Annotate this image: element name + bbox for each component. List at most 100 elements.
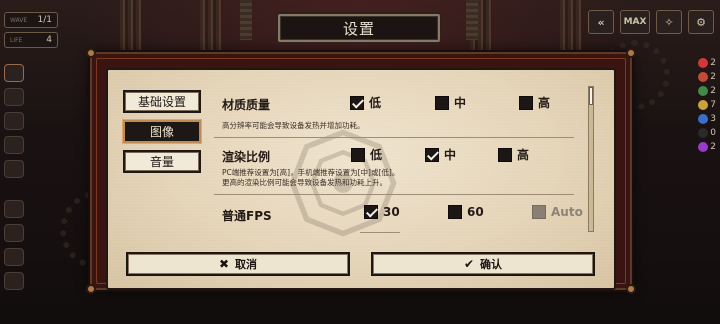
- unit-icon[interactable]: [4, 224, 24, 242]
- resource-row: 2: [698, 58, 716, 68]
- unit-icon-column: [4, 200, 26, 324]
- wave-value: 1/1: [37, 15, 52, 25]
- resource-gem-icon: [698, 86, 709, 96]
- tab-label: 基础设置: [137, 95, 186, 109]
- double-left-arrow-icon: «: [597, 15, 605, 29]
- checkbox[interactable]: [350, 95, 364, 110]
- checkbox[interactable]: [498, 147, 512, 162]
- cancel-label: 取消: [235, 258, 258, 271]
- checkbox: [532, 205, 546, 219]
- resource-gem-icon: [698, 58, 709, 68]
- frame-rivet: [626, 284, 636, 294]
- section-divider: [214, 137, 574, 138]
- checkbox[interactable]: [351, 147, 365, 162]
- unit-icon[interactable]: [4, 248, 24, 266]
- wave-label: WAVE: [10, 16, 28, 24]
- skill-tree-button[interactable]: ✧: [656, 10, 682, 34]
- life-counter: LIFE 4: [4, 32, 58, 48]
- material-hint: 高分辨率可能会导致设备发热并增加功耗。: [222, 121, 365, 130]
- max-label: MAX: [623, 17, 647, 27]
- resource-count: 2: [710, 86, 716, 96]
- resource-row: 2: [698, 72, 716, 82]
- resource-list: 2 2 2 7 3 0 2: [662, 58, 720, 208]
- gear-icon: ⚙: [696, 15, 706, 29]
- render-scale-label: 渲染比例: [222, 150, 271, 164]
- resource-gem-icon: [698, 100, 709, 110]
- skill-icon[interactable]: [4, 136, 24, 154]
- skill-icon[interactable]: [4, 64, 24, 82]
- resource-row: 0: [698, 128, 716, 138]
- material-option-medium[interactable]: 中: [435, 94, 466, 111]
- unit-icon[interactable]: [4, 200, 24, 218]
- resource-count: 3: [710, 114, 716, 124]
- option-label: 60: [467, 205, 484, 219]
- resource-row: 2: [698, 86, 716, 96]
- chain-decoration: [240, 0, 252, 40]
- option-label: 低: [369, 96, 382, 110]
- tab-graphics[interactable]: 图像: [123, 120, 201, 143]
- checkbox[interactable]: [519, 95, 533, 110]
- top-right-controls: « MAX ✧ ⚙: [588, 10, 714, 34]
- render-option-high[interactable]: 高: [498, 146, 529, 163]
- option-label: 低: [370, 148, 383, 162]
- resource-gem-icon: [698, 128, 709, 138]
- option-label: 高: [538, 96, 551, 110]
- cancel-button[interactable]: ✖ 取消: [126, 252, 350, 276]
- dialog-title: 设置: [342, 19, 375, 38]
- scrollbar-thumb[interactable]: [589, 87, 593, 105]
- confirm-label: 确认: [480, 258, 503, 271]
- option-label: 高: [517, 148, 530, 162]
- background-pillar: [560, 0, 582, 60]
- material-quality-label: 材质质量: [222, 98, 271, 112]
- resource-count: 0: [710, 128, 716, 138]
- skill-icon[interactable]: [4, 88, 24, 106]
- checkbox[interactable]: [448, 205, 462, 219]
- material-option-low[interactable]: 低: [350, 94, 381, 111]
- checkbox[interactable]: [425, 147, 439, 162]
- unit-icon[interactable]: [4, 272, 24, 290]
- check-icon: ✔: [463, 257, 475, 271]
- render-hint-line-1: PC端推荐设置为[高]，手机端推荐设置为[中]或[低]。: [222, 168, 400, 177]
- settings-scrollbar[interactable]: [588, 86, 594, 232]
- confirm-button[interactable]: ✔ 确认: [371, 252, 595, 276]
- resource-count: 2: [710, 58, 716, 68]
- frame-rivet: [626, 48, 636, 58]
- render-option-medium[interactable]: 中: [425, 146, 456, 163]
- skill-icon[interactable]: [4, 112, 24, 130]
- fps-label: 普通FPS: [222, 209, 272, 223]
- fps-option-30[interactable]: 30: [364, 205, 400, 219]
- render-option-low[interactable]: 低: [351, 146, 382, 163]
- fps-option-auto: Auto: [532, 205, 583, 219]
- tab-basic-settings[interactable]: 基础设置: [123, 90, 201, 113]
- resource-gem-icon: [698, 114, 709, 124]
- checkbox[interactable]: [435, 95, 449, 110]
- resource-count: 7: [710, 100, 716, 110]
- frame-rivet: [86, 48, 96, 58]
- tab-volume[interactable]: 音量: [123, 150, 201, 173]
- option-label: 中: [444, 148, 457, 162]
- checkbox[interactable]: [364, 205, 378, 219]
- settings-button[interactable]: ⚙: [688, 10, 714, 34]
- life-label: LIFE: [10, 36, 23, 44]
- skill-icon[interactable]: [4, 160, 24, 178]
- render-hint-line-2: 更高的渲染比例可能会导致设备发热和功耗上升。: [222, 178, 387, 187]
- tab-label: 图像: [149, 125, 174, 139]
- branch-icon: ✧: [664, 15, 674, 29]
- material-option-high[interactable]: 高: [519, 94, 550, 111]
- resource-row: 2: [698, 142, 716, 152]
- resource-gem-icon: [698, 72, 709, 82]
- resource-gem-icon: [698, 142, 709, 152]
- resource-count: 2: [710, 142, 716, 152]
- resource-row: 7: [698, 100, 716, 110]
- max-speed-button[interactable]: MAX: [620, 10, 650, 34]
- fps-option-60[interactable]: 60: [448, 205, 484, 219]
- skill-icon-column: [4, 64, 26, 194]
- chain-decoration: [466, 0, 478, 40]
- left-hud: WAVE 1/1 LIFE 4: [0, 0, 62, 324]
- background-pillar: [200, 0, 222, 60]
- tab-label: 音量: [149, 155, 174, 169]
- frame-rivet: [86, 284, 96, 294]
- rewind-button[interactable]: «: [588, 10, 614, 34]
- background-pillar: [120, 0, 142, 60]
- section-divider: [360, 232, 400, 233]
